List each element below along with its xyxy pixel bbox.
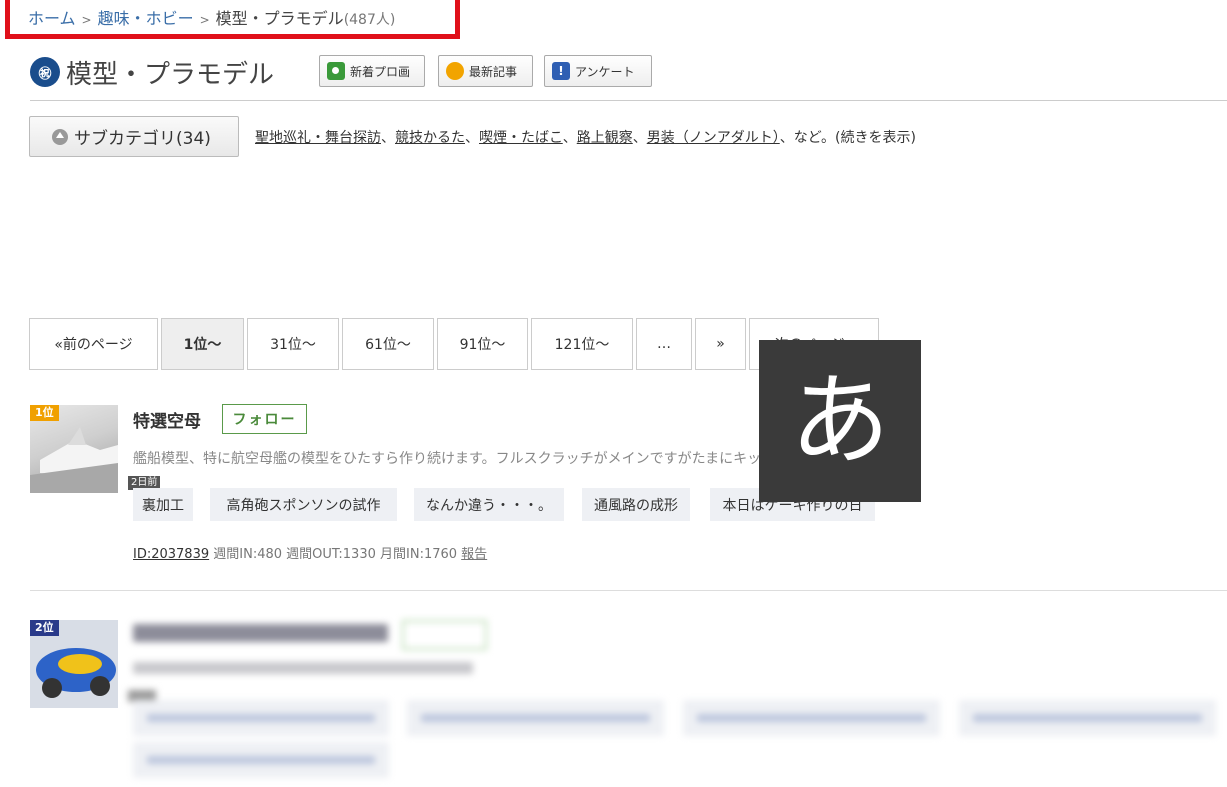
category-header: ㊗ 模型・プラモデル <box>30 55 275 90</box>
button-label: 最新記事 <box>469 64 518 79</box>
page-rank-121[interactable]: 121位～ <box>531 318 633 370</box>
page-rank-1[interactable]: 1位～ <box>161 318 244 370</box>
category-emblem-icon: ㊗ <box>30 57 60 87</box>
blog-title-link[interactable]: 特選空母 <box>133 407 201 432</box>
button-label: アンケート <box>575 64 635 79</box>
subcategory-label: サブカテゴリ(34) <box>74 129 211 149</box>
subcategory-link[interactable]: 競技かるた <box>395 130 465 146</box>
chevron-up-icon <box>52 128 68 145</box>
comma: 、 <box>465 130 479 146</box>
article-tag[interactable]: 高角砲スポンソンの試作 <box>210 488 397 521</box>
new-badge-icon <box>446 62 464 80</box>
breadcrumb: ホーム > 趣味・ホビー > 模型・プラモデル(487人) <box>28 5 395 29</box>
page-ellipsis: … <box>636 318 692 370</box>
breadcrumb-current: 模型・プラモデル <box>215 9 344 28</box>
rank-badge: 2位 <box>30 620 59 636</box>
page-rank-31[interactable]: 31位～ <box>247 318 339 370</box>
divider <box>30 100 1227 101</box>
subcategory-button[interactable]: サブカテゴリ(34) <box>29 116 239 157</box>
blog-meta: ID:2037839 週間IN:480 週間OUT:1330 月間IN:1760… <box>133 543 487 562</box>
survey-button[interactable]: ! アンケート <box>544 55 652 87</box>
follow-button[interactable]: フォロー <box>222 404 307 434</box>
blog-description: 艦船模型、特に航空母艦の模型をひたすら作り続けます。フルスクラッチがメインですが… <box>133 451 858 467</box>
divider <box>30 590 1227 591</box>
report-link[interactable]: 報告 <box>461 547 487 562</box>
page-title: 模型・プラモデル <box>66 59 275 90</box>
button-label: 新着プロ画 <box>350 64 411 79</box>
comma: 、 <box>381 130 395 146</box>
comma: 、 <box>632 130 647 146</box>
subcategory-link[interactable]: 男装（ノンアダルト） <box>647 130 780 146</box>
subcategory-link[interactable]: 聖地巡礼・舞台探訪 <box>255 130 381 146</box>
blog-thumbnail[interactable]: 2位 <box>30 620 118 708</box>
new-profile-images-button[interactable]: 新着プロ画 <box>319 55 425 87</box>
blog-stats: 週間IN:480 週間OUT:1330 月間IN:1760 <box>213 547 458 562</box>
rank-badge: 1位 <box>30 405 59 421</box>
breadcrumb-separator: > <box>199 13 210 27</box>
breadcrumb-home-link[interactable]: ホーム <box>28 9 76 28</box>
breadcrumb-separator: > <box>81 13 92 27</box>
article-tag[interactable]: 通風路の成形 <box>582 488 690 521</box>
prev-page-button[interactable]: «前のページ <box>29 318 158 370</box>
latest-articles-button[interactable]: 最新記事 <box>438 55 533 87</box>
ime-mode-indicator: あ <box>759 340 921 502</box>
page-rank-91[interactable]: 91位～ <box>437 318 528 370</box>
camera-icon <box>327 62 345 80</box>
blog-thumbnail[interactable]: 1位 <box>30 405 118 493</box>
article-tag[interactable]: 裏加工 <box>133 488 193 521</box>
subcategory-more[interactable]: 、など。(続きを表示) <box>780 130 916 146</box>
page-rank-61[interactable]: 61位～ <box>342 318 434 370</box>
article-tag[interactable]: なんか違う・・・。 <box>414 488 564 521</box>
comma: 、 <box>562 130 577 146</box>
breadcrumb-member-count: (487人) <box>343 12 396 28</box>
page-jump-button[interactable]: » <box>695 318 746 370</box>
subcategory-link[interactable]: 路上観察 <box>577 130 633 146</box>
subcategory-links: 聖地巡礼・舞台探訪、競技かるた、喫煙・たばこ、路上観察、男装（ノンアダルト）、な… <box>255 127 916 147</box>
survey-icon: ! <box>552 62 570 80</box>
blog-id-link[interactable]: ID:2037839 <box>133 547 209 562</box>
subcategory-link[interactable]: 喫煙・たばこ <box>479 130 563 146</box>
breadcrumb-hobby-link[interactable]: 趣味・ホビー <box>98 9 194 28</box>
